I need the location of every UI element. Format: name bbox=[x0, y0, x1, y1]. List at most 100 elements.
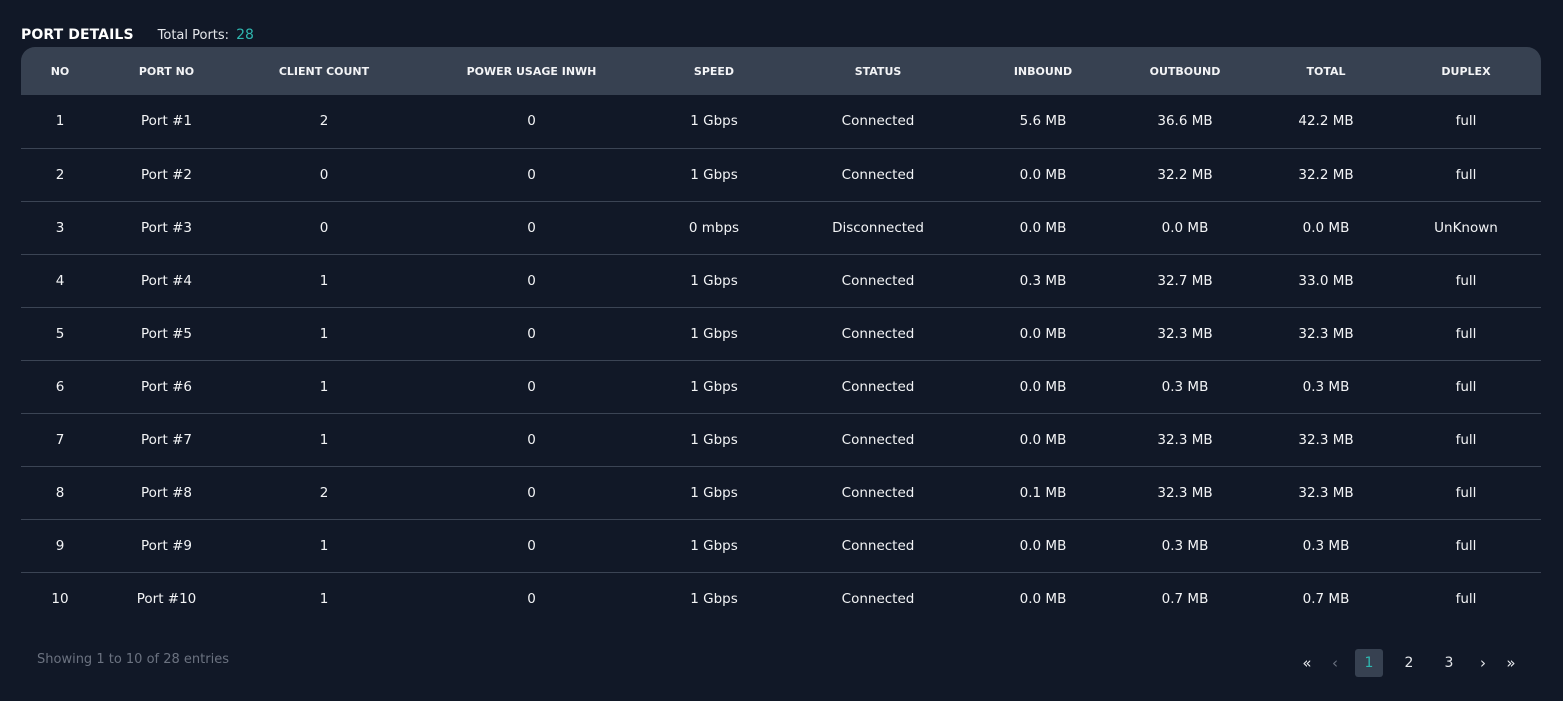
table-cell: 0.0 MB bbox=[1019, 431, 1067, 448]
table-cell: 2 bbox=[319, 484, 329, 501]
table-cell: 0.0 MB bbox=[1019, 590, 1067, 607]
table-row: 6 Port #6 1 0 1 Gbps Connected 0.0 MB 0.3 MB 0.3… bbox=[21, 360, 1541, 413]
table-cell: 6 bbox=[55, 378, 65, 395]
table-cell: 1 Gbps bbox=[690, 325, 738, 342]
pagination: « ‹ 123 › » bbox=[1293, 649, 1525, 677]
table-cell: 0.7 MB bbox=[1161, 590, 1209, 607]
port-details-page: PORT DETAILS Total Ports: 28 NO PORT NO CL… bbox=[0, 0, 1563, 701]
table-header: NO PORT NO CLIENT COUNT POWER USAGE INWH SPE… bbox=[21, 47, 1541, 95]
table-cell: 0.3 MB bbox=[1161, 537, 1209, 554]
table-cell: Port #6 bbox=[141, 378, 192, 395]
table-cell: 0 bbox=[527, 484, 536, 501]
table-cell: 3 bbox=[55, 219, 65, 236]
table-cell: Port #7 bbox=[141, 431, 192, 448]
table-cell: 1 bbox=[319, 537, 329, 554]
table-cell: Port #1 bbox=[141, 113, 192, 130]
table-cell: 0.3 MB bbox=[1302, 378, 1350, 395]
table-cell: 0.0 MB bbox=[1019, 166, 1067, 183]
chevron-right-icon[interactable]: › bbox=[1475, 649, 1491, 677]
table-cell: 0.0 MB bbox=[1019, 378, 1067, 395]
table-cell: 0.0 MB bbox=[1019, 537, 1067, 554]
table-cell: 4 bbox=[55, 272, 65, 289]
table-cell: UnKnown bbox=[1434, 219, 1498, 236]
table-cell: Port #3 bbox=[141, 219, 192, 236]
table-cell: 0 mbps bbox=[688, 219, 740, 236]
table-cell: 8 bbox=[55, 484, 65, 501]
table-cell: 5 bbox=[55, 325, 65, 342]
table-cell: 0.1 MB bbox=[1019, 484, 1067, 501]
title-row: PORT DETAILS Total Ports: 28 bbox=[21, 24, 254, 46]
table-cell: 2 bbox=[55, 166, 65, 183]
table-cell: Connected bbox=[841, 378, 915, 395]
table-cell: Port #4 bbox=[141, 272, 192, 289]
table-cell: 36.6 MB bbox=[1157, 113, 1213, 130]
table-cell: 0.0 MB bbox=[1161, 219, 1209, 236]
table-cell: full bbox=[1455, 272, 1477, 289]
table-row: 4 Port #4 1 0 1 Gbps Connected 0.3 MB 32.7 MB 33… bbox=[21, 254, 1541, 307]
column-header: PORT NO bbox=[138, 64, 195, 78]
column-header: STATUS bbox=[854, 64, 902, 78]
table-cell: 0.0 MB bbox=[1019, 325, 1067, 342]
page-button[interactable]: 2 bbox=[1395, 649, 1423, 677]
column-header: INBOUND bbox=[1013, 64, 1073, 78]
page-button[interactable]: 1 bbox=[1355, 649, 1383, 677]
table-cell: 32.3 MB bbox=[1157, 325, 1213, 342]
table-cell: Port #10 bbox=[136, 590, 197, 607]
table-cell: 32.3 MB bbox=[1298, 484, 1354, 501]
table-cell: Connected bbox=[841, 325, 915, 342]
table-cell: 0 bbox=[527, 272, 536, 289]
table-cell: 0 bbox=[527, 537, 536, 554]
table-cell: 32.3 MB bbox=[1157, 431, 1213, 448]
table-cell: 42.2 MB bbox=[1298, 113, 1354, 130]
table-cell: 0 bbox=[527, 166, 536, 183]
table-cell: 1 bbox=[319, 272, 329, 289]
table-cell: Port #5 bbox=[141, 325, 192, 342]
table-cell: full bbox=[1455, 431, 1477, 448]
entries-info: Showing 1 to 10 of 28 entries bbox=[37, 652, 229, 667]
table-cell: Connected bbox=[841, 537, 915, 554]
table-cell: 0.3 MB bbox=[1161, 378, 1209, 395]
table-row: 9 Port #9 1 0 1 Gbps Connected 0.0 MB 0.3 MB 0.3… bbox=[21, 519, 1541, 572]
double-chevron-left-icon[interactable]: « bbox=[1299, 649, 1315, 677]
table-row: 1 Port #1 2 0 1 Gbps Connected 5.6 MB 36.6 MB 42… bbox=[21, 95, 1541, 148]
table-cell: 9 bbox=[55, 537, 65, 554]
table-cell: 1 bbox=[319, 325, 329, 342]
table-cell: 0 bbox=[527, 113, 536, 130]
page-numbers: 123 bbox=[1349, 649, 1469, 677]
table-cell: 1 bbox=[319, 431, 329, 448]
table-cell: Connected bbox=[841, 166, 915, 183]
total-ports-value: 28 bbox=[236, 27, 254, 43]
table-cell: 1 Gbps bbox=[690, 537, 738, 554]
table-cell: 0 bbox=[527, 590, 536, 607]
column-header: OUTBOUND bbox=[1149, 64, 1221, 78]
column-header: DUPLEX bbox=[1441, 64, 1491, 78]
table-row: 8 Port #8 2 0 1 Gbps Connected 0.1 MB 32.3 MB 32… bbox=[21, 466, 1541, 519]
table-cell: full bbox=[1455, 166, 1477, 183]
page-button[interactable]: 3 bbox=[1435, 649, 1463, 677]
table-row: 7 Port #7 1 0 1 Gbps Connected 0.0 MB 32.3 MB 32… bbox=[21, 413, 1541, 466]
port-table-container: NO PORT NO CLIENT COUNT POWER USAGE INWH SPE… bbox=[21, 47, 1541, 625]
table-cell: 32.2 MB bbox=[1298, 166, 1354, 183]
total-ports-label: Total Ports: bbox=[157, 27, 230, 43]
table-cell: 0 bbox=[527, 431, 536, 448]
page-title: PORT DETAILS bbox=[21, 27, 134, 43]
column-header: SPEED bbox=[693, 64, 735, 78]
table-cell: Port #2 bbox=[141, 166, 192, 183]
table-cell: 1 bbox=[319, 378, 329, 395]
table-cell: 32.2 MB bbox=[1157, 166, 1213, 183]
table-cell: 10 bbox=[51, 590, 69, 607]
table-cell: Connected bbox=[841, 113, 915, 130]
column-header: NO bbox=[50, 64, 70, 78]
table-cell: 1 Gbps bbox=[690, 590, 738, 607]
table-cell: 0.7 MB bbox=[1302, 590, 1350, 607]
table-cell: Disconnected bbox=[832, 219, 924, 236]
table-cell: 32.3 MB bbox=[1157, 484, 1213, 501]
table-cell: 33.0 MB bbox=[1298, 272, 1354, 289]
port-table: NO PORT NO CLIENT COUNT POWER USAGE INWH SPE… bbox=[21, 47, 1541, 625]
chevron-left-icon[interactable]: ‹ bbox=[1327, 649, 1343, 677]
double-chevron-right-icon[interactable]: » bbox=[1503, 649, 1519, 677]
table-cell: Port #9 bbox=[141, 537, 192, 554]
table-cell: Port #8 bbox=[141, 484, 192, 501]
table-row: 10 Port #10 1 0 1 Gbps Connected 0.0 MB 0.7 MB 0… bbox=[21, 572, 1541, 625]
table-cell: 0.0 MB bbox=[1302, 219, 1350, 236]
